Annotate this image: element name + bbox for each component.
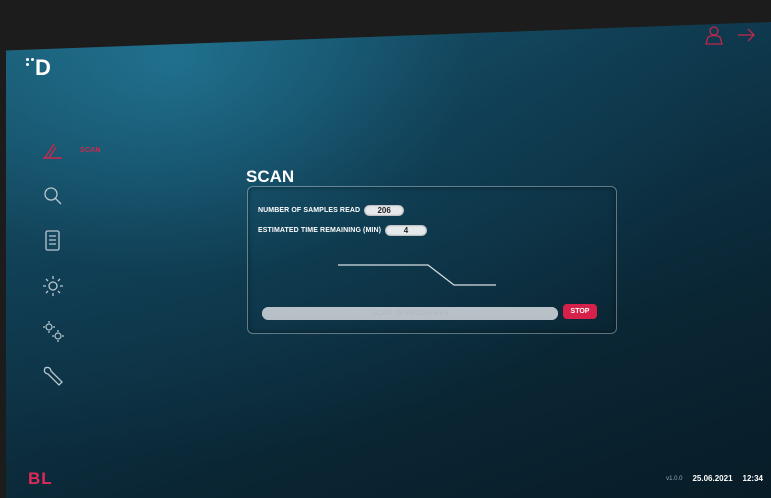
header-actions	[703, 24, 757, 46]
user-icon[interactable]	[703, 24, 725, 46]
wrench-icon	[40, 363, 66, 389]
brand-mark: BL	[28, 469, 53, 488]
time-value: 4	[385, 225, 428, 236]
samples-label: NUMBER OF SAMPLES READ	[258, 207, 361, 214]
progress-graph	[338, 264, 496, 286]
samples-row: NUMBER OF SAMPLES READ 206	[258, 205, 405, 216]
version-text: v1.0.0	[666, 475, 683, 482]
app-logo: D	[26, 56, 62, 80]
status-bar: v1.0.0 25.06.2021 12:34	[666, 474, 763, 483]
gears-icon	[40, 318, 66, 344]
page-title: SCAN	[246, 167, 295, 186]
sidebar-item-scan[interactable]: SCAN	[40, 128, 130, 173]
document-icon	[40, 228, 66, 254]
logo-letter: D	[35, 55, 51, 80]
time-label: ESTIMATED TIME REMAINING (MIN)	[258, 227, 382, 234]
scan-panel: NUMBER OF SAMPLES READ 206 ESTIMATED TIM…	[247, 186, 617, 334]
sidebar-item-label: SCAN	[80, 147, 101, 154]
progress-bar: SCAN IN PROGRESS	[262, 307, 558, 320]
sidebar-nav: SCAN	[40, 128, 130, 398]
sidebar-item-documents[interactable]	[40, 218, 130, 263]
sidebar-item-settings[interactable]	[40, 263, 130, 308]
logout-icon[interactable]	[735, 24, 757, 46]
time-text: 12:34	[742, 474, 763, 483]
sidebar-item-search[interactable]	[40, 173, 130, 218]
progress-text: SCAN IN PROGRESS	[370, 310, 449, 317]
sidebar-item-advanced-settings[interactable]	[40, 308, 130, 353]
stop-button[interactable]: STOP	[563, 304, 597, 319]
samples-value: 206	[364, 205, 405, 216]
search-icon	[40, 183, 66, 209]
gear-icon	[40, 273, 66, 299]
time-row: ESTIMATED TIME REMAINING (MIN) 4	[258, 225, 428, 236]
date-text: 25.06.2021	[692, 474, 733, 483]
scan-icon	[40, 138, 66, 164]
sidebar-item-tools[interactable]	[40, 353, 130, 398]
